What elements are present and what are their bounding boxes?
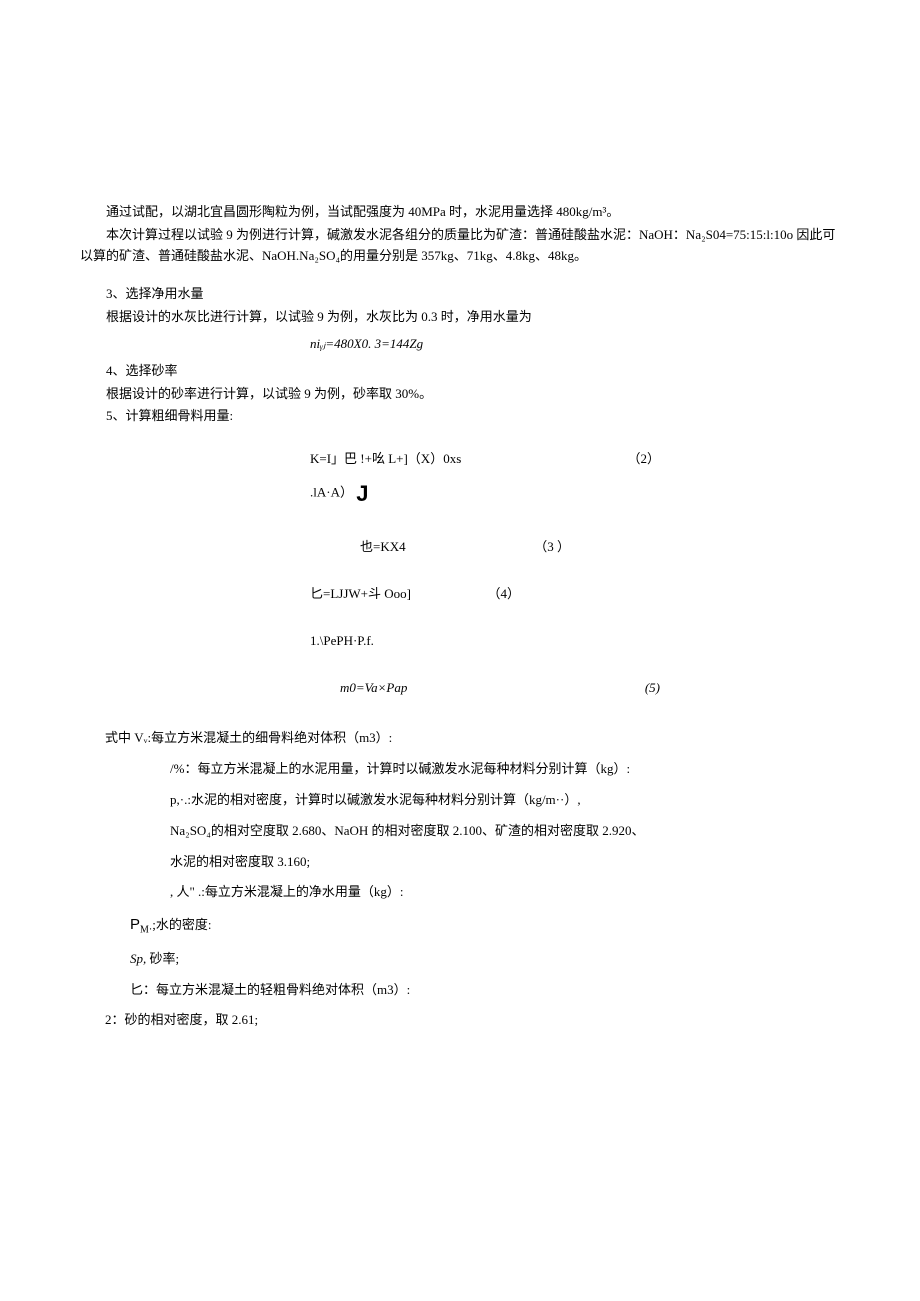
equation-2b-text: .lA·A） xyxy=(310,485,353,500)
def-cement-density: 水泥的相对密度取 3.160; xyxy=(80,852,840,873)
def-water-usage: , 人" .:每立方米混凝上的净水用量（kg）: xyxy=(80,882,840,903)
equation-4b-line: 1.\PePH·P.f. xyxy=(80,631,840,652)
def7-symbol: Sp, xyxy=(130,951,146,966)
def-water-density: PM·;水的密度: xyxy=(80,913,840,939)
equation-5-text: m0=Va×Pap xyxy=(340,680,407,695)
def-sand-rate: Sp, 砂率; xyxy=(80,949,840,970)
def-coarse-agg: 匕：每立方米混凝土的轻粗骨料绝对体积（m3）: xyxy=(80,980,840,1001)
paragraph-intro-2: 本次计算过程以试验 9 为例进行计算，碱激发水泥各组分的质量比为矿渣：普通硅酸盐… xyxy=(80,225,840,267)
equation-2-line-b: .lA·A） J xyxy=(80,476,840,511)
equation-4-number: （4） xyxy=(487,584,520,605)
equation-3-line: 也=KX4 （3 ） xyxy=(80,537,840,558)
equation-1: niᵧⱼ=480X0. 3=144Zg xyxy=(310,336,423,351)
def-densities: Na₂SO₄的相对空度取 2.680、NaOH 的相对密度取 2.100、矿渣的… xyxy=(80,821,840,842)
equation-4-text: 匕=LJJW+斗 Ooo] xyxy=(310,586,411,601)
def6-sub: M· xyxy=(140,925,152,936)
equation-4-line: 匕=LJJW+斗 Ooo] （4） xyxy=(80,584,840,605)
definitions-intro: 式中 Vᵥ:每立方米混凝土的细骨料绝对体积（m3）: xyxy=(80,728,840,749)
equation-2-line-a: K=I」巴 !+吆 L+]（X）0xs （2） xyxy=(80,449,840,470)
def-sand-density: 2：砂的相对密度，取 2.61; xyxy=(80,1010,840,1031)
equation-5-line: m0=Va×Pap (5) xyxy=(80,678,840,699)
paragraph-intro-1: 通过试配，以湖北宜昌圆形陶粒为例，当试配强度为 40MPa 时，水泥用量选择 4… xyxy=(80,202,840,223)
definitions-block: /%：每立方米混凝上的水泥用量，计算时以碱激发水泥每种材料分别计算（kg）: p… xyxy=(80,759,840,1031)
document-page: 通过试配，以湖北宜昌圆形陶粒为例，当试配强度为 40MPa 时，水泥用量选择 4… xyxy=(0,0,920,1031)
def-mc: /%：每立方米混凝上的水泥用量，计算时以碱激发水泥每种材料分别计算（kg）: xyxy=(80,759,840,780)
def7-rest: 砂率; xyxy=(146,951,179,966)
section-3-title: 3、选择净用水量 xyxy=(80,284,840,305)
equation-2a-text: K=I」巴 !+吆 L+]（X）0xs xyxy=(310,451,461,466)
equation-5-number: (5) xyxy=(645,678,660,699)
equation-4b-text: 1.\PePH·P.f. xyxy=(310,633,374,648)
section-4-text: 根据设计的砂率进行计算，以试验 9 为例，砂率取 30%。 xyxy=(80,384,840,405)
equation-3-number: （3 ） xyxy=(534,537,570,558)
def6-prefix: P xyxy=(130,916,140,933)
equation-2-number: （2） xyxy=(627,449,660,470)
section-4-title: 4、选择砂率 xyxy=(80,361,840,382)
def-pc: p,·.:水泥的相对密度，计算时以碱激发水泥每种材料分别计算（kg/m··）, xyxy=(80,790,840,811)
def6-rest: ;水的密度: xyxy=(152,917,211,932)
section-3-text: 根据设计的水灰比进行计算，以试验 9 为例，水灰比为 0.3 时，净用水量为 xyxy=(80,307,840,328)
equation-3-text: 也=KX4 xyxy=(360,539,406,554)
section-5-title: 5、计算粗细骨料用量: xyxy=(80,406,840,427)
big-j-symbol: J xyxy=(356,481,368,506)
